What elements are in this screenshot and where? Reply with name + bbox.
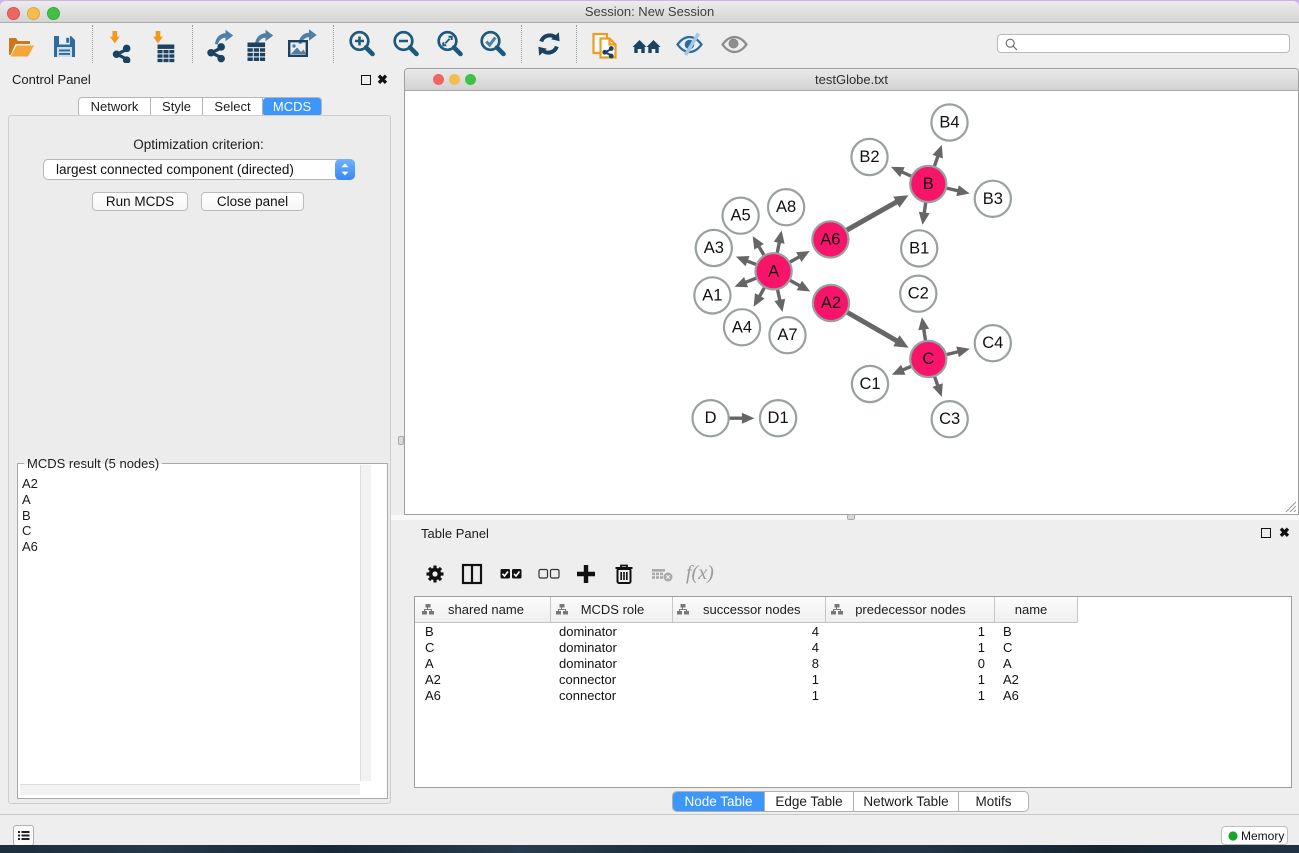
svg-text:A1: A1 xyxy=(702,286,722,304)
svg-text:C2: C2 xyxy=(908,285,929,303)
svg-text:A4: A4 xyxy=(732,318,752,336)
svg-text:A3: A3 xyxy=(704,239,724,257)
svg-text:C4: C4 xyxy=(982,334,1003,352)
svg-text:A: A xyxy=(768,262,779,280)
svg-text:A7: A7 xyxy=(777,326,797,344)
svg-text:B: B xyxy=(923,175,934,193)
svg-text:A5: A5 xyxy=(731,207,751,225)
svg-text:A8: A8 xyxy=(776,198,796,216)
svg-text:C3: C3 xyxy=(939,410,960,428)
svg-text:C: C xyxy=(922,350,934,368)
svg-text:A6: A6 xyxy=(820,230,840,248)
svg-text:A2: A2 xyxy=(821,294,841,312)
svg-text:B4: B4 xyxy=(939,114,959,132)
svg-text:D: D xyxy=(705,409,717,427)
svg-text:B1: B1 xyxy=(909,239,929,257)
svg-text:C1: C1 xyxy=(859,375,880,393)
svg-text:B3: B3 xyxy=(983,190,1003,208)
svg-text:B2: B2 xyxy=(859,148,879,166)
svg-text:D1: D1 xyxy=(768,409,789,427)
